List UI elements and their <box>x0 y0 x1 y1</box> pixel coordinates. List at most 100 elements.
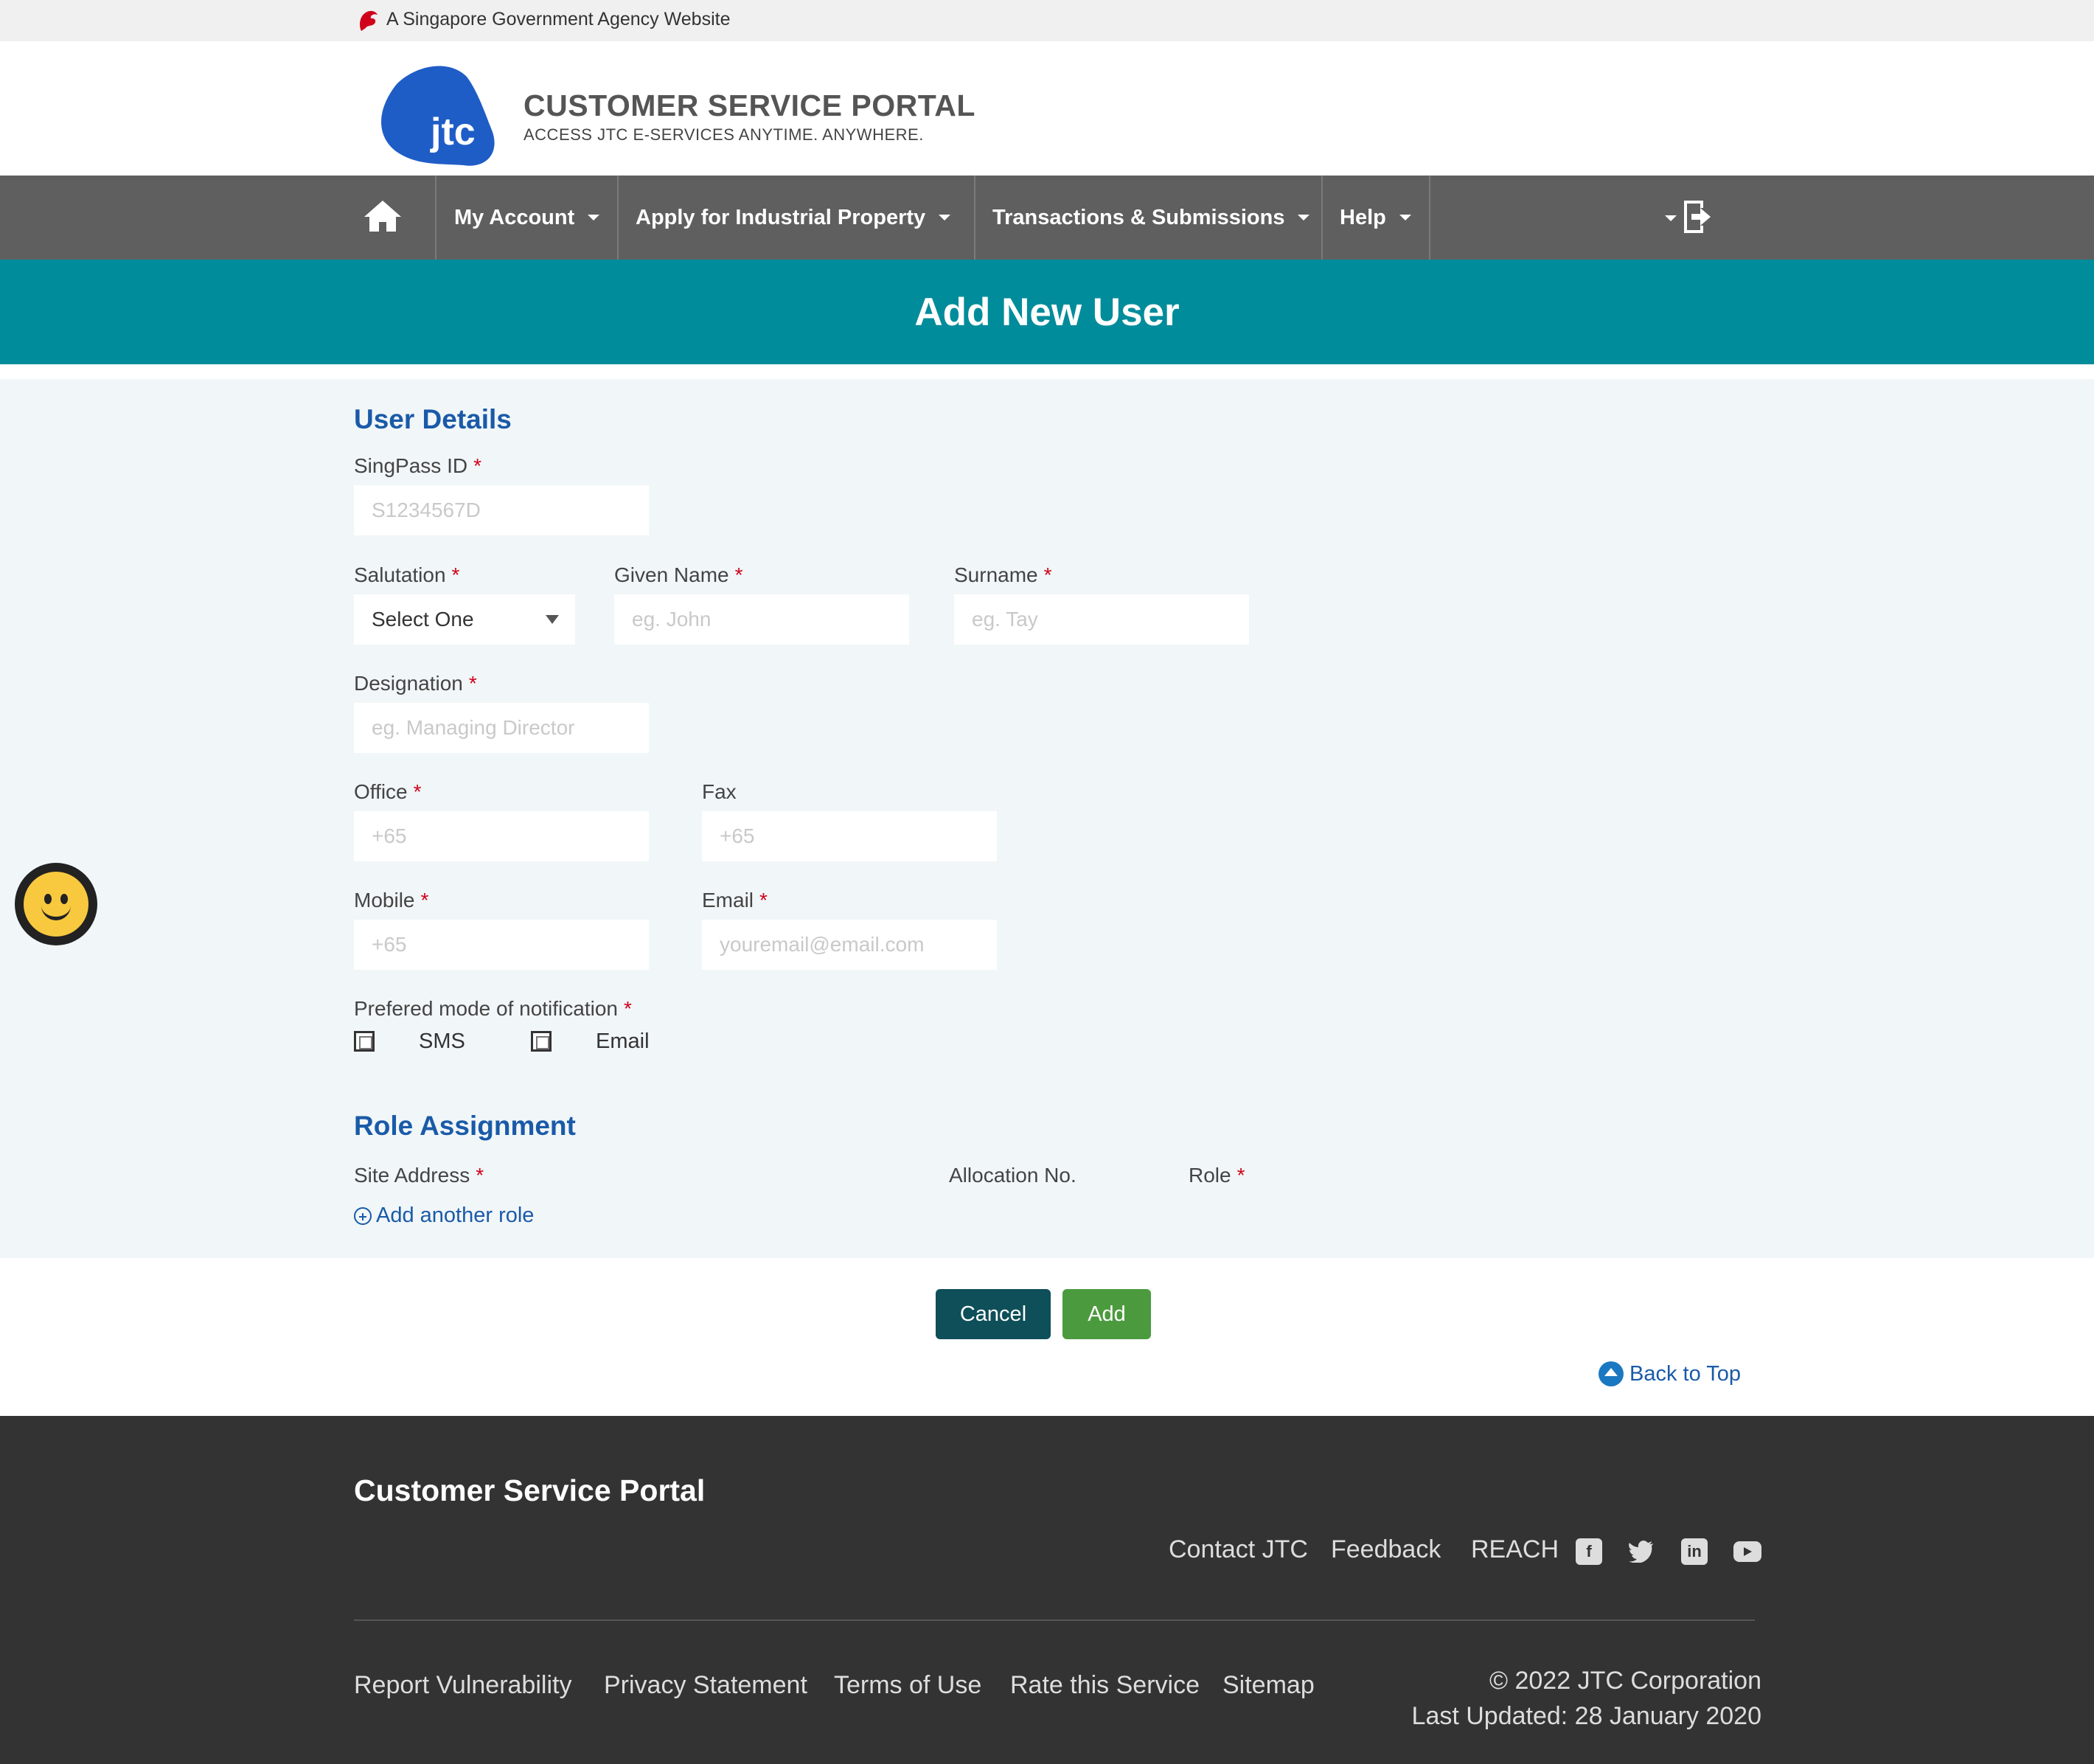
nav-apply-label: Apply for Industrial Property <box>636 205 926 229</box>
dropdown-arrow-icon <box>546 615 559 624</box>
chevron-down-icon <box>939 215 951 220</box>
footer-link-contact-jtc[interactable]: Contact JTC <box>1169 1535 1308 1564</box>
logout-icon[interactable] <box>1681 198 1714 236</box>
given-name-label-text: Given Name <box>614 563 729 586</box>
email-label-text: Email <box>702 889 754 911</box>
arrow-up-circle-icon <box>1599 1361 1624 1386</box>
back-to-top-link[interactable]: Back to Top <box>1599 1361 1741 1386</box>
mobile-input[interactable]: +65 <box>354 920 649 970</box>
footer-divider <box>354 1619 1755 1621</box>
singpass-label: SingPass ID * <box>354 454 481 478</box>
singpass-id-input[interactable]: S1234567D <box>354 485 649 535</box>
email-label: Email * <box>702 889 768 912</box>
role-assignment-title: Role Assignment <box>354 1111 576 1141</box>
email-input[interactable]: youremail@email.com <box>702 920 997 970</box>
office-label-text: Office <box>354 780 408 803</box>
surname-placeholder: eg. Tay <box>972 608 1038 631</box>
nav-apply-industrial-property[interactable]: Apply for Industrial Property <box>636 176 951 260</box>
required-mark: * <box>759 889 768 911</box>
footer-link-privacy-statement[interactable]: Privacy Statement <box>604 1671 807 1700</box>
smiley-eye <box>44 894 52 904</box>
office-label: Office * <box>354 780 422 804</box>
portal-subtitle: ACCESS JTC E-SERVICES ANYTIME. ANYWHERE. <box>524 125 924 144</box>
nav-separator <box>435 176 436 260</box>
nav-my-account-label: My Account <box>454 205 575 229</box>
designation-label: Designation * <box>354 672 477 695</box>
footer-link-reach[interactable]: REACH <box>1471 1535 1559 1564</box>
nav-transactions-submissions[interactable]: Transactions & Submissions <box>992 176 1310 260</box>
required-mark: * <box>1236 1164 1245 1187</box>
chevron-down-icon <box>588 215 600 220</box>
given-name-input[interactable]: eg. John <box>614 594 909 645</box>
mobile-label-text: Mobile <box>354 889 415 911</box>
twitter-icon[interactable] <box>1628 1538 1655 1565</box>
footer-link-report-vulnerability[interactable]: Report Vulnerability <box>354 1671 571 1700</box>
site-address-label-text: Site Address <box>354 1164 470 1187</box>
footer-link-terms-of-use[interactable]: Terms of Use <box>834 1671 981 1700</box>
add-another-role-label: Add another role <box>376 1204 535 1227</box>
chevron-down-icon <box>1298 215 1310 220</box>
feedback-smiley-icon[interactable] <box>15 863 97 945</box>
given-name-placeholder: eg. John <box>632 608 712 631</box>
footer-title: Customer Service Portal <box>354 1473 706 1507</box>
designation-input[interactable]: eg. Managing Director <box>354 703 649 753</box>
nav-separator <box>974 176 975 260</box>
youtube-play-shape <box>1744 1547 1752 1556</box>
add-button[interactable]: Add <box>1062 1289 1151 1339</box>
jtc-logo[interactable]: jtc <box>375 62 498 168</box>
notification-mode-label: Prefered mode of notification * <box>354 997 632 1021</box>
site-address-label: Site Address * <box>354 1164 484 1187</box>
plus-circle-icon <box>354 1206 372 1225</box>
nav-separator <box>1321 176 1323 260</box>
nav-separator <box>617 176 619 260</box>
home-icon[interactable] <box>363 198 403 235</box>
nav-separator <box>1429 176 1430 260</box>
salutation-value: Select One <box>372 608 474 631</box>
singpass-label-text: SingPass ID <box>354 454 468 477</box>
given-name-label: Given Name * <box>614 563 743 587</box>
nav-help[interactable]: Help <box>1340 176 1411 260</box>
footer-link-feedback[interactable]: Feedback <box>1331 1535 1441 1564</box>
add-another-role-link[interactable]: Add another role <box>354 1204 534 1228</box>
required-mark: * <box>451 563 460 586</box>
email-checkbox[interactable] <box>531 1031 552 1052</box>
email-placeholder: youremail@email.com <box>720 933 925 956</box>
nav-my-account[interactable]: My Account <box>454 176 600 260</box>
designation-placeholder: eg. Managing Director <box>372 716 575 739</box>
surname-label-text: Surname <box>954 563 1038 586</box>
youtube-icon[interactable] <box>1733 1541 1761 1562</box>
nav-help-label: Help <box>1340 205 1386 229</box>
role-label: Role * <box>1189 1164 1245 1187</box>
fax-placeholder: +65 <box>720 824 755 847</box>
fax-input[interactable]: +65 <box>702 811 997 861</box>
required-mark: * <box>476 1164 484 1187</box>
nav-transactions-label: Transactions & Submissions <box>992 205 1285 229</box>
required-mark: * <box>420 889 429 911</box>
sms-checkbox[interactable] <box>354 1031 375 1052</box>
site-header: jtc CUSTOMER SERVICE PORTAL ACCESS JTC E… <box>0 41 2094 176</box>
office-phone-input[interactable]: +65 <box>354 811 649 861</box>
chevron-down-icon <box>1399 215 1411 220</box>
footer-link-sitemap[interactable]: Sitemap <box>1222 1671 1315 1700</box>
footer-copyright: © 2022 JTC Corporation <box>1489 1667 1761 1695</box>
cancel-button[interactable]: Cancel <box>936 1289 1051 1339</box>
fax-label-text: Fax <box>702 780 737 803</box>
smiley-eye <box>60 894 68 904</box>
user-details-title: User Details <box>354 404 512 434</box>
smiley-face <box>24 872 88 937</box>
twitter-bird-shape <box>1629 1541 1653 1563</box>
notification-label-text: Prefered mode of notification <box>354 997 618 1020</box>
facebook-icon[interactable]: f <box>1576 1538 1602 1565</box>
mobile-placeholder: +65 <box>372 933 407 956</box>
surname-input[interactable]: eg. Tay <box>954 594 1249 645</box>
footer-last-updated: Last Updated: 28 January 2020 <box>1411 1702 1761 1730</box>
footer-link-rate-this-service[interactable]: Rate this Service <box>1010 1671 1200 1700</box>
fax-label: Fax <box>702 780 737 804</box>
linkedin-icon[interactable]: in <box>1681 1538 1708 1565</box>
page-banner: Add New User <box>0 260 2094 364</box>
site-footer: Customer Service Portal Contact JTC Feed… <box>0 1416 2094 1764</box>
email-checkbox-label: Email <box>596 1029 650 1053</box>
salutation-select[interactable]: Select One <box>354 594 575 645</box>
surname-label: Surname * <box>954 563 1052 587</box>
user-menu-caret-icon[interactable] <box>1665 215 1677 221</box>
